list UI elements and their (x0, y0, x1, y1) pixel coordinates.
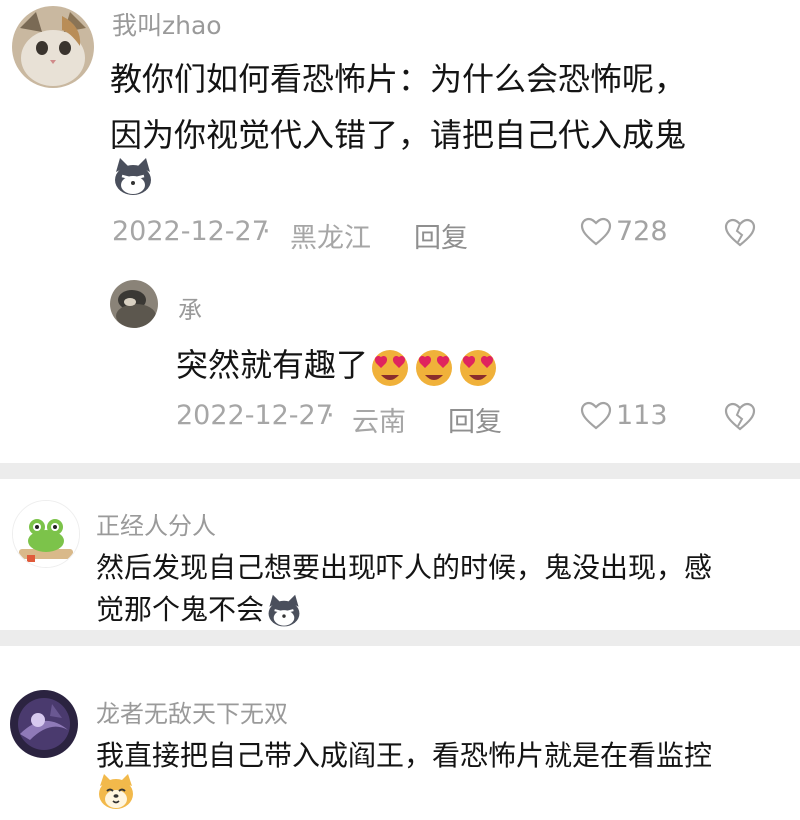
reply-button[interactable]: 回复 (448, 400, 502, 439)
cat-face-emoji (112, 156, 154, 198)
heart-icon (580, 401, 612, 429)
reply-text: 突然就有趣了 (176, 340, 500, 387)
broken-heart-icon (724, 402, 756, 431)
username[interactable]: 龙者无敌天下无双 (96, 694, 288, 729)
username[interactable]: 我叫zhao (112, 6, 222, 42)
like-button[interactable]: 113 (580, 400, 668, 431)
broken-heart-icon (724, 218, 756, 247)
comment-text-content: 觉那个鬼不会 (96, 593, 265, 626)
like-count: 113 (616, 400, 668, 431)
comment-text: 我直接把自己带入成阎王，看恐怖片就是在看监控 (96, 739, 713, 772)
username[interactable]: 正经人分人 (96, 506, 216, 541)
reply-button[interactable]: 回复 (414, 216, 468, 255)
cat-face-emoji (266, 593, 302, 629)
heart-eyes-emoji (456, 347, 500, 387)
like-count: 728 (616, 216, 668, 247)
comment-text: 因为你视觉代入错了，请把自己代入成鬼 (110, 116, 687, 154)
heart-eyes-emoji (412, 347, 456, 387)
dislike-button[interactable] (724, 218, 756, 252)
heart-icon (580, 217, 612, 245)
comment-date: 2022-12-27 (112, 216, 269, 247)
avatar[interactable] (12, 500, 80, 568)
avatar[interactable] (110, 280, 158, 328)
heart-eyes-emoji (368, 347, 412, 387)
divider (0, 630, 800, 646)
comment-location: 黑龙江 (290, 223, 371, 254)
dislike-button[interactable] (724, 402, 756, 436)
reply-location: 云南 (352, 407, 406, 438)
username[interactable]: 承 (178, 290, 202, 325)
meta-separator: · (262, 216, 271, 247)
avatar[interactable] (12, 6, 94, 88)
shiba-dog-emoji (96, 772, 136, 812)
like-button[interactable]: 728 (580, 216, 668, 247)
divider (0, 463, 800, 479)
comment-text: 然后发现自己想要出现吓人的时候，鬼没出现，感 (96, 551, 713, 584)
meta-separator: · (326, 400, 335, 431)
avatar[interactable] (10, 690, 78, 758)
comment-text: 教你们如何看恐怖片：为什么会恐怖呢， (110, 60, 687, 98)
reply-date: 2022-12-27 (176, 400, 333, 431)
reply-text-content: 突然就有趣了 (176, 346, 369, 384)
comment-text: 觉那个鬼不会 (96, 588, 302, 629)
